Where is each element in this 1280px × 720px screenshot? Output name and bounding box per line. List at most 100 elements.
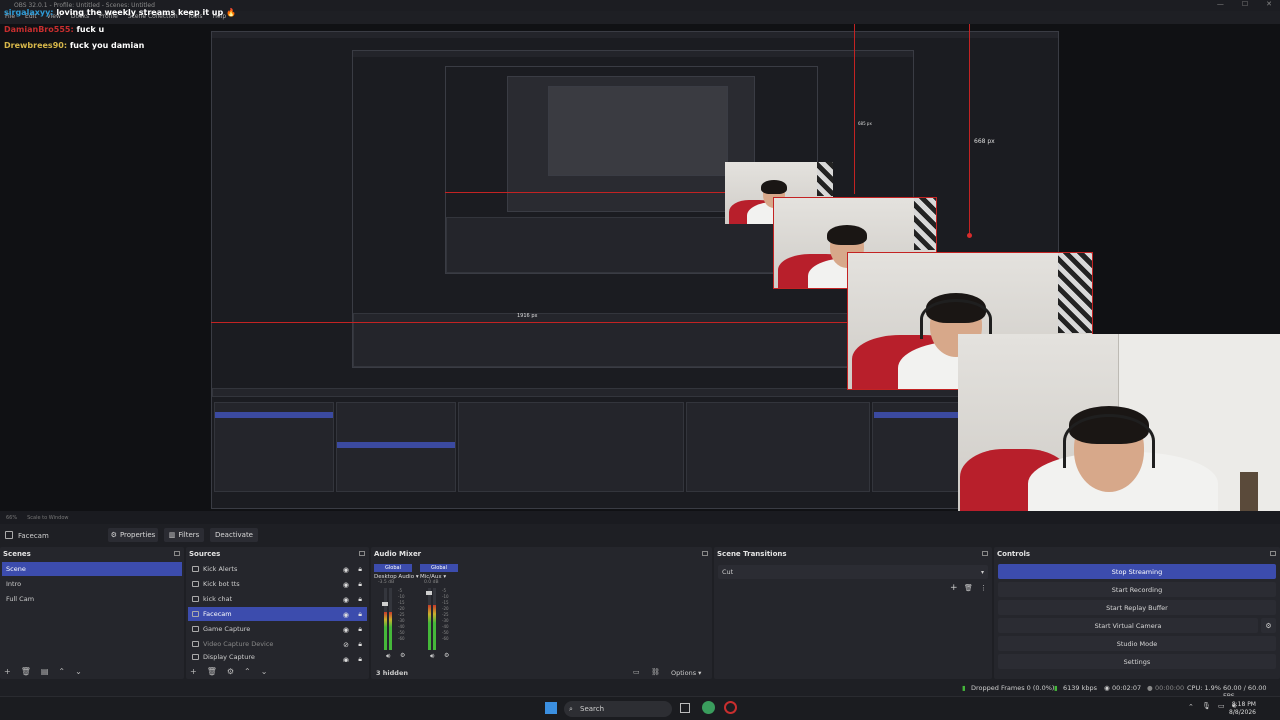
gear-icon: ⚙	[110, 531, 117, 539]
lock-icon[interactable]: 🔒︎	[358, 655, 362, 662]
speaker-icon[interactable]: 🔊︎	[386, 652, 390, 661]
volume-fader[interactable]	[426, 591, 432, 596]
eye-icon[interactable]: ◉	[343, 611, 349, 619]
virtual-camera-settings-icon[interactable]: ⚙	[1261, 618, 1276, 633]
eye-icon[interactable]: ◉	[343, 581, 349, 589]
taskbar-clock[interactable]: 8:18 PM 8/8/2026	[1229, 701, 1256, 717]
chat-message: loving the weekly streams keep it up 🔥	[56, 8, 236, 17]
source-item[interactable]: Video Capture Device ⊘ 🔒︎	[188, 637, 367, 651]
eye-off-icon[interactable]: ⊘	[343, 641, 349, 649]
source-item[interactable]: Kick bot tts ◉ 🔒︎	[188, 577, 367, 591]
chat-username: sirgalaxyy:	[4, 8, 54, 17]
facecam-source[interactable]	[958, 334, 1280, 511]
studio-mode-button[interactable]: Studio Mode	[998, 636, 1276, 651]
properties-button[interactable]: ⚙ Properties	[108, 528, 158, 542]
settings-button[interactable]: Settings	[998, 654, 1276, 669]
undock-icon[interactable]	[359, 551, 365, 556]
scene-item[interactable]: Scene	[2, 562, 182, 576]
eye-icon[interactable]: ◉	[343, 656, 349, 662]
gear-icon[interactable]: ⚙	[400, 652, 405, 659]
lock-icon[interactable]: 🔒︎	[358, 595, 362, 604]
maximize-icon[interactable]: ☐	[1242, 0, 1248, 8]
chat-line: DamianBro555: fuck u	[4, 25, 104, 34]
close-icon[interactable]: ✕	[1266, 0, 1272, 8]
record-icon: ●	[1147, 684, 1153, 692]
guide-handle[interactable]	[967, 233, 972, 238]
link-icon[interactable]: ⛓	[651, 668, 660, 676]
network-icon[interactable]: ▭	[1218, 702, 1225, 710]
trash-icon[interactable]: 🗑	[964, 584, 973, 592]
filters-button[interactable]: ▥ Filters	[164, 528, 204, 542]
meter-level	[389, 611, 392, 650]
guide-line	[211, 322, 851, 323]
task-view-icon[interactable]	[680, 703, 690, 713]
filter-icon[interactable]: ▤	[41, 667, 49, 676]
up-icon[interactable]: ⌃	[58, 667, 65, 676]
volume-meter: -5 -10 -15 -20 -25 -30 -40 -50 -60	[382, 588, 405, 650]
source-item[interactable]: kick chat ◉ 🔒︎	[188, 592, 367, 606]
eye-icon[interactable]: ◉	[343, 566, 349, 574]
source-item[interactable]: Display Capture ◉ 🔒︎	[188, 652, 367, 662]
more-icon[interactable]: ⋮	[980, 584, 987, 592]
scene-item[interactable]: Full Cam	[2, 592, 182, 606]
lock-icon[interactable]: 🔒︎	[358, 625, 362, 634]
sources-footer: + 🗑 ⚙ ⌃ ⌄	[190, 667, 267, 676]
dock-title: Scenes	[3, 550, 31, 558]
transition-select[interactable]: Cut ▾	[718, 565, 988, 579]
add-icon[interactable]: +	[4, 667, 11, 676]
preview-canvas[interactable]: DamianBro555: fuck u Drewbrees90: fuck y…	[0, 24, 1280, 511]
trash-icon[interactable]: 🗑	[207, 667, 217, 676]
scale-mode[interactable]: Scale to Window	[27, 515, 68, 521]
windows-start-icon[interactable]	[545, 702, 557, 714]
speaker-icon[interactable]: 🔊︎	[430, 652, 434, 661]
add-icon[interactable]: +	[950, 583, 958, 593]
trash-icon[interactable]: 🗑	[21, 667, 31, 676]
obs-taskbar-icon[interactable]	[724, 701, 737, 714]
minimize-icon[interactable]: —	[1217, 0, 1224, 8]
undock-icon[interactable]	[174, 551, 180, 556]
hidden-count[interactable]: 3 hidden	[376, 669, 408, 677]
lock-icon[interactable]: 🔒︎	[358, 640, 362, 649]
deactivate-button[interactable]: Deactivate	[210, 528, 258, 542]
source-icon	[192, 596, 199, 602]
down-icon[interactable]: ⌄	[75, 667, 82, 676]
down-icon[interactable]: ⌄	[261, 667, 268, 676]
mic-icon[interactable]: 🎙︎	[1202, 702, 1211, 710]
volume-meter: -5 -10 -15 -20 -25 -30 -40 -50 -60	[426, 588, 449, 650]
undock-icon[interactable]	[1270, 551, 1276, 556]
undock-icon[interactable]	[982, 551, 988, 556]
lock-icon[interactable]: 🔒︎	[358, 610, 362, 619]
chrome-icon[interactable]	[702, 701, 715, 714]
eye-icon[interactable]: ◉	[343, 626, 349, 634]
source-item[interactable]: Game Capture ◉ 🔒︎	[188, 622, 367, 636]
lock-icon[interactable]: 🔒︎	[358, 580, 362, 589]
add-icon[interactable]: +	[190, 667, 197, 676]
undock-icon[interactable]	[702, 551, 708, 556]
eye-icon[interactable]: ◉	[343, 596, 349, 604]
mixer-options-button[interactable]: Options ▾	[671, 669, 701, 677]
obs-window: OBS 32.0.1 - Profile: Untitled - Scenes:…	[0, 0, 1280, 720]
mixer-layout-icon[interactable]: ▭	[633, 668, 640, 676]
volume-fader[interactable]	[382, 601, 388, 606]
gear-icon[interactable]: ⚙	[227, 667, 234, 676]
chat-message: fuck u	[76, 25, 105, 34]
start-virtual-camera-button[interactable]: Start Virtual Camera	[998, 618, 1258, 633]
meter-level	[428, 605, 431, 650]
filter-icon: ▥	[168, 531, 176, 539]
chat-username: Drewbrees90:	[4, 41, 68, 50]
start-recording-button[interactable]: Start Recording	[998, 582, 1276, 597]
taskbar-search[interactable]: ⌕ Search	[564, 701, 672, 717]
start-replay-buffer-button[interactable]: Start Replay Buffer	[998, 600, 1276, 615]
chevron-up-icon[interactable]: ⌃	[1188, 703, 1194, 711]
source-item[interactable]: Kick Alerts ◉ 🔒︎	[188, 562, 367, 576]
dock-title: Audio Mixer	[374, 550, 422, 558]
zoom-level[interactable]: 66%	[6, 515, 17, 521]
lock-icon[interactable]: 🔒︎	[358, 565, 362, 574]
scene-item[interactable]: Intro	[2, 577, 182, 591]
source-item[interactable]: Facecam ◉ 🔒︎	[188, 607, 367, 621]
up-icon[interactable]: ⌃	[244, 667, 251, 676]
guide-line	[854, 24, 855, 194]
gear-icon[interactable]: ⚙	[444, 652, 449, 659]
camera-icon	[192, 611, 199, 617]
stop-streaming-button[interactable]: Stop Streaming	[998, 564, 1276, 579]
